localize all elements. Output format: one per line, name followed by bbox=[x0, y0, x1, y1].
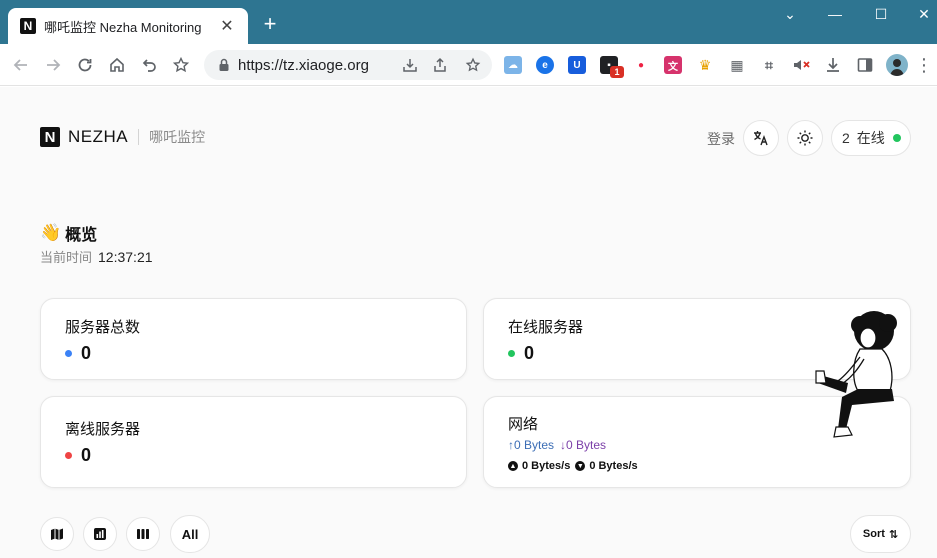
map-view-button[interactable] bbox=[40, 517, 74, 551]
network-traffic: ↑0 Bytes ↓0 Bytes bbox=[508, 438, 606, 452]
crop-icon[interactable]: ⌗ bbox=[760, 56, 778, 74]
extension-translate-icon[interactable]: 文 bbox=[664, 56, 682, 74]
download-speed-icon: ▼ bbox=[575, 461, 586, 471]
new-tab-button[interactable]: + bbox=[258, 12, 282, 36]
install-app-icon[interactable] bbox=[400, 55, 420, 75]
total-servers-dot bbox=[65, 350, 72, 357]
overview-heading: 👋 概览 bbox=[40, 221, 97, 245]
current-time-label: 当前时间 bbox=[40, 250, 93, 265]
tab-search-chevron-icon[interactable]: ⌄ bbox=[780, 6, 800, 23]
theme-toggle-button[interactable] bbox=[787, 120, 823, 156]
sun-icon bbox=[797, 130, 813, 146]
network-speed: ▲ 0 Bytes/s ▼ 0 Bytes/s bbox=[508, 460, 638, 472]
tab-close-icon[interactable]: ✕ bbox=[218, 16, 236, 36]
network-upload-total: ↑0 Bytes bbox=[508, 438, 555, 452]
reload-button[interactable] bbox=[73, 53, 97, 77]
share-icon[interactable] bbox=[430, 55, 450, 75]
side-panel-icon[interactable] bbox=[856, 56, 874, 74]
sort-button[interactable]: Sort ⇅ bbox=[850, 515, 911, 553]
total-servers-label: 服务器总数 bbox=[65, 319, 141, 336]
network-download-speed: 0 Bytes/s bbox=[589, 460, 638, 472]
total-servers-value-row: 0 bbox=[65, 343, 91, 364]
online-count: 2 bbox=[842, 130, 850, 146]
address-bar[interactable]: https://tz.xiaoge.org bbox=[204, 50, 492, 80]
brand-divider bbox=[138, 129, 140, 145]
extension-cloud-icon[interactable]: ☁ bbox=[504, 56, 522, 74]
online-label: 在线 bbox=[856, 130, 885, 146]
nezha-logo-icon: N bbox=[40, 127, 60, 147]
bookmark-star-icon[interactable] bbox=[463, 55, 483, 75]
maximize-button[interactable]: ☐ bbox=[871, 6, 891, 23]
grid-view-button[interactable] bbox=[126, 517, 160, 551]
undo-button[interactable] bbox=[137, 53, 161, 77]
filter-all-button[interactable]: All bbox=[170, 515, 210, 553]
lock-icon[interactable] bbox=[216, 57, 232, 73]
online-status-dot bbox=[892, 134, 901, 142]
offline-servers-card[interactable]: 离线服务器 0 bbox=[40, 396, 467, 488]
online-users-badge: 2 在线 bbox=[831, 120, 911, 156]
network-upload-speed: 0 Bytes/s bbox=[522, 460, 571, 472]
brand-name: NEZHA bbox=[68, 127, 129, 146]
offline-servers-value: 0 bbox=[81, 445, 92, 465]
offline-servers-value-row: 0 bbox=[65, 445, 91, 466]
address-url[interactable]: https://tz.xiaoge.org bbox=[238, 57, 369, 74]
login-link[interactable]: 登录 bbox=[707, 129, 735, 149]
total-servers-card[interactable]: 服务器总数 0 bbox=[40, 298, 467, 380]
minimize-button[interactable]: — bbox=[825, 6, 845, 22]
bookmarks-button[interactable] bbox=[169, 53, 193, 77]
online-servers-label: 在线服务器 bbox=[508, 319, 584, 336]
translate-icon bbox=[754, 131, 768, 146]
upload-speed-icon: ▲ bbox=[508, 461, 518, 471]
columns-icon bbox=[137, 529, 149, 539]
forward-button[interactable] bbox=[41, 53, 65, 77]
mute-tab-icon[interactable] bbox=[792, 56, 810, 74]
home-icon bbox=[110, 57, 124, 72]
browser-toolbar: https://tz.xiaoge.org ☁ e U ▪ 1 ● 文 ♛ ▦ … bbox=[0, 44, 937, 86]
network-label: 网络 bbox=[508, 416, 539, 433]
browser-titlebar: N 哪吒监控 Nezha Monitoring ✕ + ⌄ — ☐ ✕ bbox=[0, 0, 937, 44]
extension-grid-icon[interactable]: ▦ bbox=[728, 56, 746, 74]
forward-arrow-icon bbox=[47, 59, 61, 71]
sort-arrows-icon: ⇅ bbox=[888, 528, 899, 541]
downloads-icon[interactable] bbox=[824, 56, 842, 74]
back-button[interactable] bbox=[9, 53, 33, 77]
extension-blue-circle-icon[interactable]: e bbox=[536, 56, 554, 74]
overview-title: 概览 bbox=[65, 227, 98, 244]
current-time: 当前时间 12:37:21 bbox=[40, 247, 153, 266]
back-arrow-icon bbox=[13, 59, 27, 71]
profile-avatar[interactable] bbox=[886, 54, 908, 76]
extension-cart-icon[interactable]: ♛ bbox=[696, 56, 714, 74]
undo-icon bbox=[142, 59, 156, 72]
offline-servers-label: 离线服务器 bbox=[65, 421, 141, 438]
language-button[interactable] bbox=[743, 120, 779, 156]
extension-notification-badge: 1 bbox=[610, 66, 624, 78]
network-download-total: ↓0 Bytes bbox=[560, 438, 607, 452]
current-time-value: 12:37:21 bbox=[98, 248, 153, 265]
wave-hand-icon: 👋 bbox=[40, 223, 62, 242]
online-servers-dot bbox=[508, 350, 515, 357]
browser-menu-icon[interactable]: ⋮ bbox=[915, 54, 933, 76]
nezha-page: N NEZHA 哪吒监控 登录 2 在线 👋 概览 当前时间 12:37:21 … bbox=[0, 87, 937, 558]
online-servers-value: 0 bbox=[524, 343, 535, 363]
tab-favicon-icon: N bbox=[20, 18, 36, 34]
brand[interactable]: N NEZHA 哪吒监控 bbox=[40, 127, 205, 147]
browser-tab[interactable]: N 哪吒监控 Nezha Monitoring ✕ bbox=[8, 8, 248, 44]
sitting-person-illustration bbox=[815, 311, 897, 438]
tab-title: 哪吒监控 Nezha Monitoring bbox=[44, 19, 202, 35]
total-servers-value: 0 bbox=[81, 343, 92, 363]
reload-icon bbox=[78, 58, 92, 72]
bar-chart-icon bbox=[94, 528, 106, 540]
online-servers-value-row: 0 bbox=[508, 343, 534, 364]
window-close-button[interactable]: ✕ bbox=[914, 6, 934, 23]
star-outline-icon bbox=[172, 56, 190, 73]
home-button[interactable] bbox=[105, 53, 129, 77]
offline-servers-dot bbox=[65, 452, 72, 459]
chart-view-button[interactable] bbox=[83, 517, 117, 551]
brand-subtitle: 哪吒监控 bbox=[149, 129, 206, 145]
extension-bitwarden-icon[interactable]: U bbox=[568, 56, 586, 74]
map-icon bbox=[51, 528, 63, 540]
sort-label: Sort bbox=[862, 528, 885, 540]
extension-color-dots-icon[interactable]: ● bbox=[632, 56, 650, 74]
